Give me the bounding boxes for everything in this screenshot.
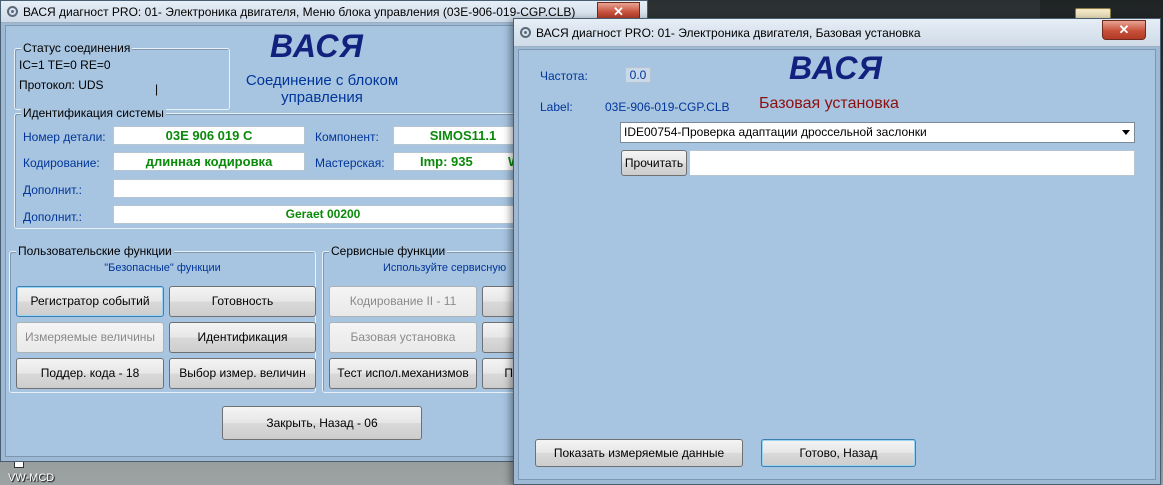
chevron-down-icon	[1122, 130, 1130, 135]
read-input[interactable]	[689, 150, 1135, 176]
group-select-value: IDE00754-Проверка адаптации дроссельной …	[624, 125, 927, 139]
measured-values-button[interactable]: Измеряемые величины	[16, 322, 164, 353]
basic-logo: ВАСЯ	[789, 50, 883, 86]
basic-close-button[interactable]: ✕	[1102, 20, 1146, 40]
main-logo: ВАСЯ	[270, 28, 364, 64]
basic-settings-button[interactable]: Базовая установка	[329, 322, 477, 353]
close-back-button[interactable]: Закрыть, Назад - 06	[222, 406, 422, 440]
component-label: Компонент:	[315, 130, 379, 144]
app-icon	[7, 6, 18, 17]
workshop-label: Мастерская:	[315, 156, 385, 170]
basic-client-area: Частота: 0.0 ВАСЯ Label: 03E-906-019-CGP…	[518, 49, 1156, 480]
service-functions-title: Сервисные функции	[329, 244, 448, 258]
workshop-value: Imp: 935	[420, 154, 473, 169]
basic-window-title: ВАСЯ диагност PRO: 01- Электроника двига…	[536, 25, 921, 40]
actuator-test-button[interactable]: Тест испол.механизмов	[329, 358, 477, 389]
extra1-field	[113, 179, 533, 198]
frequency-label: Частота:	[540, 69, 588, 83]
event-recorder-button[interactable]: Регистратор событий	[16, 286, 164, 317]
basic-settings-window: ВАСЯ диагност PRO: 01- Электроника двига…	[513, 18, 1161, 485]
status-line: IC=1 TE=0 RE=0	[19, 58, 111, 72]
select-measured-values-button[interactable]: Выбор измер. величин	[169, 358, 316, 389]
user-functions-title: Пользовательские функции	[16, 244, 174, 258]
text-cursor: |	[155, 82, 159, 96]
status-group: Статус соединения IC=1 TE=0 RE=0 Протоко…	[14, 41, 230, 110]
component-field: SIMOS11.1	[393, 126, 533, 145]
user-functions-group: Пользовательские функции "Безопасные" фу…	[9, 244, 316, 393]
coding-ii-button[interactable]: Кодирование II - 11	[329, 286, 477, 317]
extra1-label: Дополнит.:	[23, 183, 83, 197]
frequency-field: 0.0	[625, 67, 651, 83]
user-functions-subtitle: "Безопасные" функции	[104, 262, 221, 274]
label-label: Label:	[540, 100, 573, 114]
show-measured-data-button[interactable]: Показать измеряемые данные	[535, 439, 743, 467]
desktop-icon-label[interactable]: VW-MCD	[8, 472, 54, 484]
supported-codes-button[interactable]: Поддер. кода - 18	[16, 358, 164, 389]
extra2-field: Geraet 00200	[113, 205, 533, 224]
group-select[interactable]: IDE00754-Проверка адаптации дроссельной …	[620, 122, 1135, 143]
protocol-text: Протокол: UDS	[19, 78, 104, 92]
status-group-title: Статус соединения	[21, 41, 133, 55]
readiness-button[interactable]: Готовность	[169, 286, 316, 317]
identification-group-title: Идентификация системы	[21, 106, 166, 120]
extra2-label: Дополнит.:	[23, 210, 83, 224]
basic-titlebar[interactable]: ВАСЯ диагност PRO: 01- Электроника двига…	[514, 19, 1160, 47]
part-number-field: 03E 906 019 C	[113, 126, 305, 145]
service-functions-subtitle: Используйте сервисную	[383, 262, 507, 274]
read-button[interactable]: Прочитать	[621, 150, 687, 176]
label-value: 03E-906-019-CGP.CLB	[605, 100, 730, 114]
workshop-field: Imp: 935 W	[393, 152, 533, 171]
connection-caption: Соединение с блоком управления	[222, 72, 422, 106]
done-back-button[interactable]: Готово, Назад	[761, 439, 916, 467]
main-window-title: ВАСЯ диагност PRO: 01- Электроника двига…	[23, 4, 576, 19]
connection-caption-line1: Соединение с блоком	[245, 72, 399, 89]
app-icon	[520, 27, 531, 38]
identification-group: Идентификация системы Номер детали: 03E …	[14, 106, 534, 229]
part-number-label: Номер детали:	[23, 130, 106, 144]
coding-label: Кодирование:	[23, 156, 100, 170]
connection-caption-line2: управления	[281, 89, 363, 106]
coding-field: длинная кодировка	[113, 152, 305, 171]
identification-button[interactable]: Идентификация	[169, 322, 316, 353]
basic-settings-subtitle: Базовая установка	[759, 95, 899, 112]
